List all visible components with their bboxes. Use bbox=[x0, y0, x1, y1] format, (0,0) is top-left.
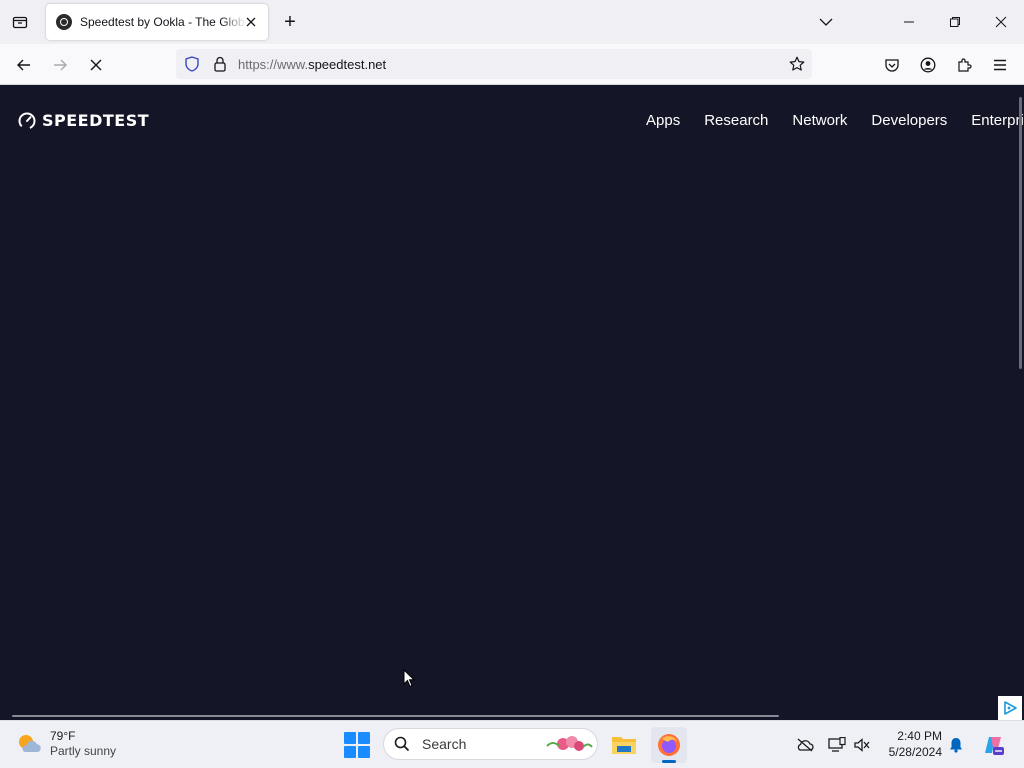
nav-link-network[interactable]: Network bbox=[792, 112, 847, 129]
url-text[interactable]: https://www.speedtest.net bbox=[238, 57, 386, 72]
navigation-toolbar: https://www.speedtest.net bbox=[0, 44, 1024, 85]
minimize-icon[interactable] bbox=[886, 0, 932, 44]
file-explorer-icon[interactable] bbox=[606, 727, 642, 763]
clock-date: 5/28/2024 bbox=[888, 745, 942, 759]
site-nav: Apps Research Network Developers Enterpr… bbox=[646, 112, 1024, 129]
nav-link-developers[interactable]: Developers bbox=[871, 112, 947, 129]
adchoices-icon[interactable] bbox=[998, 696, 1022, 720]
horizontal-scrollbar[interactable] bbox=[12, 715, 779, 717]
back-arrow-icon[interactable] bbox=[10, 51, 38, 79]
onedrive-offline-icon[interactable] bbox=[795, 735, 815, 755]
notification-bell-icon[interactable] bbox=[946, 735, 966, 755]
nav-link-enterprise[interactable]: Enterprise bbox=[971, 112, 1024, 129]
windows-start-icon[interactable] bbox=[344, 732, 370, 758]
chevron-down-icon[interactable] bbox=[814, 11, 838, 33]
account-icon[interactable] bbox=[914, 51, 942, 79]
url-host: speedtest.net bbox=[308, 57, 387, 72]
extensions-icon[interactable] bbox=[950, 51, 978, 79]
volume-muted-icon[interactable] bbox=[852, 735, 872, 755]
taskbar: 79°F Partly sunny Search 2:40 PM 5/28/20… bbox=[0, 720, 1024, 768]
close-icon[interactable] bbox=[242, 13, 260, 31]
weather-temp: 79°F bbox=[50, 729, 76, 743]
weather-widget[interactable]: 79°F Partly sunny bbox=[16, 729, 116, 759]
copilot-icon[interactable] bbox=[981, 733, 1005, 757]
search-label: Search bbox=[422, 736, 467, 752]
tab-list-icon[interactable] bbox=[8, 10, 32, 34]
menu-icon[interactable] bbox=[986, 51, 1014, 79]
url-bar[interactable]: https://www.speedtest.net bbox=[176, 49, 812, 79]
network-icon[interactable] bbox=[827, 735, 847, 755]
pocket-icon[interactable] bbox=[878, 51, 906, 79]
window-close-icon[interactable] bbox=[978, 0, 1024, 44]
search-highlight-icon bbox=[546, 736, 593, 751]
logo-text: SPEEDTEST bbox=[42, 111, 150, 130]
system-clock[interactable]: 2:40 PM 5/28/2024 bbox=[880, 728, 942, 760]
speedtest-page: SPEEDTEST Apps Research Network Develope… bbox=[0, 85, 1024, 720]
partly-sunny-icon bbox=[19, 735, 41, 752]
tab-strip: Speedtest by Ookla - The Global Broadban… bbox=[0, 0, 1024, 44]
vertical-scrollbar[interactable] bbox=[1019, 97, 1022, 369]
firefox-icon[interactable] bbox=[651, 727, 687, 763]
clock-time: 2:40 PM bbox=[897, 729, 942, 743]
restore-icon[interactable] bbox=[932, 0, 978, 44]
speedometer-icon bbox=[18, 112, 36, 129]
loading-icon[interactable] bbox=[82, 51, 110, 79]
nav-link-apps[interactable]: Apps bbox=[646, 112, 680, 129]
tab-title: Speedtest by Ookla - The Global Broadban… bbox=[80, 15, 246, 29]
weather-condition: Partly sunny bbox=[50, 744, 117, 758]
star-icon[interactable] bbox=[788, 55, 806, 73]
lock-icon[interactable] bbox=[211, 55, 229, 73]
shield-icon[interactable] bbox=[183, 55, 201, 73]
new-tab-button[interactable]: + bbox=[279, 11, 301, 33]
mouse-cursor-icon bbox=[403, 668, 416, 693]
search-icon bbox=[394, 736, 410, 752]
browser-tab[interactable]: Speedtest by Ookla - The Global Broadban… bbox=[46, 4, 268, 40]
nav-link-research[interactable]: Research bbox=[704, 112, 768, 129]
plus-icon: + bbox=[284, 11, 296, 33]
taskbar-search[interactable]: Search bbox=[383, 728, 598, 760]
active-app-indicator bbox=[662, 760, 676, 763]
forward-arrow-icon[interactable] bbox=[46, 51, 74, 79]
url-scheme: https://www. bbox=[238, 57, 309, 72]
speedtest-favicon-icon bbox=[56, 14, 72, 30]
speedtest-logo[interactable]: SPEEDTEST bbox=[18, 111, 149, 130]
